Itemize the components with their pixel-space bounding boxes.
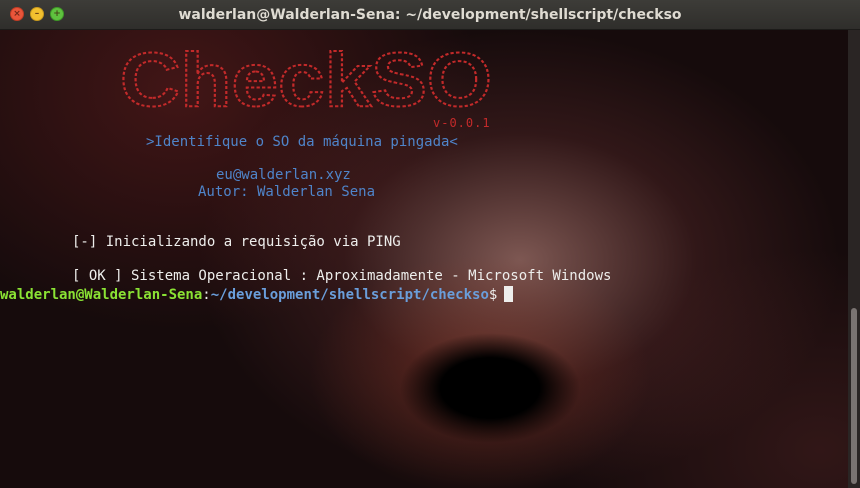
text-cursor: [504, 286, 514, 302]
prompt-user-host: walderlan@Walderlan-Sena: [0, 287, 203, 303]
ascii-banner: CheckSO: [118, 44, 498, 116]
terminal-area[interactable]: CheckSO v-0.0.1 >Identifique o SO da máq…: [0, 30, 848, 488]
window-title: walderlan@Walderlan-Sena: ~/development/…: [178, 7, 682, 23]
checkso-logo: CheckSO: [119, 44, 493, 116]
terminal-window: × – + walderlan@Walderlan-Sena: ~/develo…: [0, 0, 860, 488]
author-text: Autor: Walderlan Sena: [198, 184, 376, 200]
scrollbar[interactable]: [848, 30, 860, 488]
prompt-separator: :: [202, 287, 211, 303]
shell-prompt[interactable]: walderlan@Walderlan-Sena:~/development/s…: [0, 286, 514, 304]
email-text: eu@walderlan.xyz: [216, 167, 351, 183]
title-bar: × – + walderlan@Walderlan-Sena: ~/develo…: [0, 0, 860, 30]
prompt-path: ~/development/shellscript/checkso: [210, 287, 489, 303]
init-output-line: [-] Inicializando a requisição via PING: [72, 234, 401, 250]
banner-art-text: CheckSO: [120, 44, 492, 116]
version-label: v-0.0.1: [433, 116, 491, 130]
ok-output-line: [ OK ] Sistema Operacional : Aproximadam…: [72, 268, 612, 284]
prompt-symbol: $: [488, 287, 498, 303]
scrollbar-thumb[interactable]: [851, 308, 857, 484]
tagline-text: >Identifique o SO da máquina pingada<: [146, 134, 458, 150]
